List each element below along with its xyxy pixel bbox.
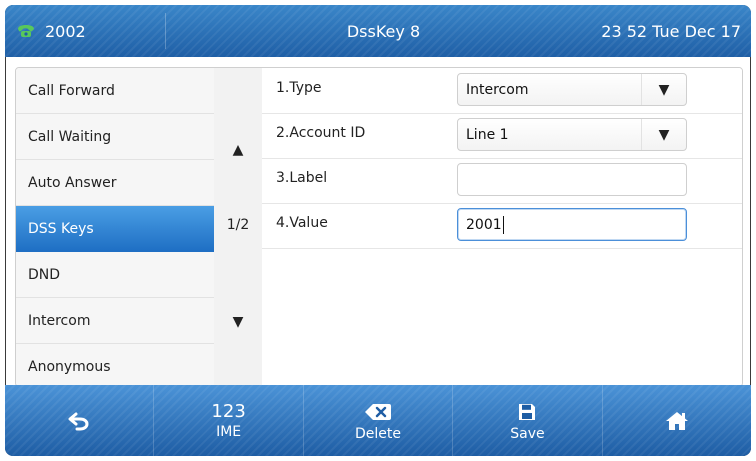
back-button[interactable] xyxy=(5,385,153,456)
menu-item-label: Call Forward xyxy=(28,82,115,99)
menu-item-intercom[interactable]: Intercom xyxy=(16,298,214,344)
ime-number: 123 xyxy=(211,400,246,422)
menu-item-label: Intercom xyxy=(28,312,91,329)
ime-label: IME xyxy=(216,423,242,440)
type-select[interactable]: Intercom ▼ xyxy=(457,73,687,106)
account-value: Line 1 xyxy=(466,126,509,143)
value-label: 4.Value xyxy=(276,215,328,231)
menu-item-label: Call Waiting xyxy=(28,128,112,145)
save-label: Save xyxy=(510,425,545,442)
dsskey-form: 1.Type Intercom ▼ 2.Account ID Line 1 ▼ … xyxy=(262,68,742,386)
page-indicator: 1/2 xyxy=(226,217,250,233)
page-up-button[interactable]: ▲ xyxy=(214,142,262,158)
home-button[interactable] xyxy=(601,385,751,456)
type-value: Intercom xyxy=(466,81,529,98)
menu-item-anonymous[interactable]: Anonymous xyxy=(16,344,214,386)
label-input[interactable] xyxy=(457,163,687,196)
account-label: 2.Account ID xyxy=(276,125,366,141)
page-scroller: ▲ 1/2 ▼ xyxy=(214,68,263,386)
menu-item-label: DSS Keys xyxy=(28,220,94,237)
type-label: 1.Type xyxy=(276,80,322,96)
floppy-disk-icon xyxy=(513,401,541,423)
menu-item-label: Auto Answer xyxy=(28,174,117,191)
backspace-icon xyxy=(364,401,392,423)
phone-screen: 2002 DssKey 8 23 52 Tue Dec 17 Call Forw… xyxy=(5,5,751,456)
chevron-down-icon[interactable]: ▼ xyxy=(641,119,686,150)
page-down-button[interactable]: ▼ xyxy=(214,314,262,330)
account-select[interactable]: Line 1 ▼ xyxy=(457,118,687,151)
menu-item-dnd[interactable]: DND xyxy=(16,252,214,298)
back-arrow-icon xyxy=(65,410,93,432)
menu-item-dss-keys[interactable]: DSS Keys xyxy=(16,206,214,252)
save-button[interactable]: Save xyxy=(452,385,601,456)
softkey-bar: 123 IME Delete Save xyxy=(5,385,751,456)
type-row: 1.Type Intercom ▼ xyxy=(262,68,742,114)
delete-label: Delete xyxy=(355,425,402,442)
value-input[interactable]: 2001 xyxy=(457,208,687,241)
value-text: 2001 xyxy=(466,216,502,233)
status-bar: 2002 DssKey 8 23 52 Tue Dec 17 xyxy=(5,5,751,57)
extension-number: 2002 xyxy=(45,21,86,41)
status-datetime: 23 52 Tue Dec 17 xyxy=(601,21,741,41)
settings-content: Call Forward Call Waiting Auto Answer DS… xyxy=(15,67,743,387)
account-row: 2.Account ID Line 1 ▼ xyxy=(262,113,742,159)
ime-button[interactable]: 123 IME xyxy=(153,385,302,456)
phone-icon xyxy=(15,23,37,39)
menu-item-auto-answer[interactable]: Auto Answer xyxy=(16,160,214,206)
menu-item-call-waiting[interactable]: Call Waiting xyxy=(16,114,214,160)
page-title: DssKey 8 xyxy=(346,21,421,41)
status-extension: 2002 xyxy=(5,22,165,41)
settings-menu: Call Forward Call Waiting Auto Answer DS… xyxy=(16,68,215,386)
menu-item-label: DND xyxy=(28,266,61,283)
menu-item-label: Anonymous xyxy=(28,358,111,375)
value-row: 4.Value 2001 xyxy=(262,203,742,249)
menu-item-call-forward[interactable]: Call Forward xyxy=(16,68,214,114)
label-row: 3.Label xyxy=(262,158,742,204)
home-icon xyxy=(663,410,691,432)
chevron-down-icon[interactable]: ▼ xyxy=(641,74,686,105)
delete-button[interactable]: Delete xyxy=(302,385,452,456)
text-caret xyxy=(502,215,504,234)
label-label: 3.Label xyxy=(276,170,328,186)
